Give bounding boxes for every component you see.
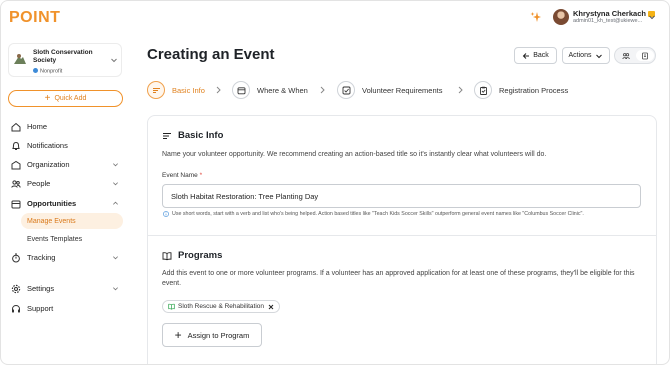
calendar-icon bbox=[232, 81, 250, 99]
chevron-right-icon bbox=[458, 86, 463, 94]
timer-icon bbox=[12, 253, 20, 262]
top-bar: POINT Khrystyna Cherkach admin01_kh_test… bbox=[1, 1, 669, 35]
sidebar-subitem-manage-events[interactable]: Manage Events bbox=[21, 213, 123, 229]
lines-icon bbox=[163, 132, 171, 139]
sidebar-item-tracking[interactable]: Tracking bbox=[11, 250, 123, 265]
gear-icon bbox=[11, 284, 21, 293]
sidebar-item-notifications[interactable]: Notifications bbox=[11, 138, 123, 153]
sloth-logo-icon bbox=[14, 54, 26, 64]
chevron-down-icon bbox=[596, 54, 603, 58]
view-people-toggle[interactable] bbox=[617, 50, 635, 61]
app-window: POINT Khrystyna Cherkach admin01_kh_test… bbox=[0, 0, 670, 365]
chevron-down-icon bbox=[113, 163, 118, 167]
organization-switcher[interactable]: Sloth Conservation Society Nonprofit bbox=[8, 43, 122, 77]
close-icon[interactable] bbox=[268, 304, 274, 310]
book-icon bbox=[162, 251, 172, 260]
user-name[interactable]: Khrystyna Cherkach bbox=[573, 9, 655, 18]
chevron-down-icon bbox=[113, 256, 118, 260]
checkbox-icon bbox=[337, 81, 355, 99]
bell-icon bbox=[12, 141, 20, 150]
programs-heading: Programs bbox=[162, 250, 222, 261]
sidebar-item-settings[interactable]: Settings bbox=[11, 281, 123, 296]
chevron-down-icon bbox=[113, 287, 118, 291]
chevron-right-icon bbox=[216, 86, 221, 94]
sidebar-item-opportunities[interactable]: Opportunities bbox=[11, 196, 123, 211]
headset-icon bbox=[12, 304, 20, 312]
sidebar-item-organization[interactable]: Organization bbox=[11, 157, 123, 172]
document-icon bbox=[642, 52, 648, 59]
assign-to-program-button[interactable]: + Assign to Program bbox=[162, 323, 262, 347]
user-email: admin01_kh_test@ukiewe... bbox=[573, 18, 643, 24]
step-volunteer-requirements[interactable]: Volunteer Requirements bbox=[337, 81, 442, 99]
basic-info-heading: Basic Info bbox=[162, 130, 223, 141]
chevron-up-icon bbox=[113, 201, 118, 205]
view-document-toggle[interactable] bbox=[636, 50, 654, 61]
quick-add-button[interactable]: + Quick Add bbox=[8, 90, 123, 107]
step-basic-info[interactable]: Basic Info bbox=[147, 81, 205, 99]
event-name-hint: Use short words, start with a verb and l… bbox=[163, 211, 584, 217]
step-registration-process[interactable]: Registration Process bbox=[474, 81, 568, 99]
verified-icon bbox=[33, 68, 38, 73]
event-name-label: Event Name * bbox=[162, 172, 203, 179]
sidebar-item-people[interactable]: People bbox=[11, 176, 123, 191]
basic-info-description: Name your volunteer opportunity. We reco… bbox=[162, 151, 547, 158]
page-title: Creating an Event bbox=[147, 46, 275, 63]
program-chip[interactable]: Sloth Rescue & Rehabilitation bbox=[162, 300, 280, 313]
chevron-down-icon bbox=[113, 182, 118, 186]
plus-icon: + bbox=[44, 92, 51, 104]
lines-icon bbox=[147, 81, 165, 99]
arrow-left-icon bbox=[523, 52, 530, 59]
required-marker: * bbox=[199, 172, 203, 179]
people-icon bbox=[11, 179, 21, 188]
view-mode-toggle bbox=[614, 47, 656, 64]
back-button[interactable]: Back bbox=[514, 47, 557, 64]
sidebar-subitem-events-templates[interactable]: Events Templates bbox=[21, 231, 123, 247]
sidebar-item-home[interactable]: Home bbox=[11, 119, 123, 134]
info-icon bbox=[163, 211, 169, 217]
chevron-down-icon bbox=[111, 58, 117, 63]
home-icon bbox=[11, 122, 21, 131]
programs-description: Add this event to one or more volunteer … bbox=[162, 270, 635, 287]
clipboard-icon bbox=[474, 81, 492, 99]
calendar-icon bbox=[11, 200, 21, 208]
app-logo[interactable]: POINT bbox=[9, 9, 60, 27]
people-icon bbox=[622, 52, 630, 59]
building-icon bbox=[11, 160, 21, 169]
actions-dropdown[interactable]: Actions bbox=[562, 47, 610, 64]
chevron-down-icon[interactable] bbox=[648, 13, 656, 21]
avatar[interactable] bbox=[553, 9, 569, 25]
sparkle-icon[interactable] bbox=[530, 11, 542, 23]
step-where-when[interactable]: Where & When bbox=[232, 81, 308, 99]
plus-icon: + bbox=[174, 328, 182, 342]
organization-type: Nonprofit bbox=[33, 68, 62, 75]
chevron-right-icon bbox=[320, 86, 325, 94]
book-icon bbox=[168, 303, 175, 310]
section-divider bbox=[147, 235, 657, 236]
organization-name: Sloth Conservation Society bbox=[33, 49, 93, 64]
sidebar-item-support[interactable]: Support bbox=[11, 301, 123, 316]
event-name-input[interactable] bbox=[162, 184, 641, 208]
